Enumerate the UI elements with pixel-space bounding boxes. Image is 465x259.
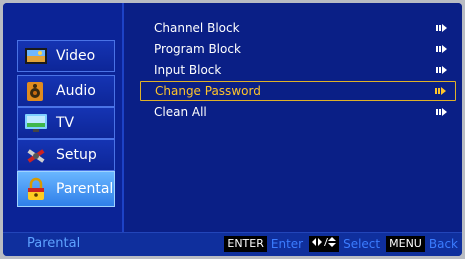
enter-hint-text: Enter <box>270 237 304 251</box>
chevron-right-icon <box>430 65 448 75</box>
menu-item-input-block[interactable]: Input Block <box>140 60 456 80</box>
sidebar-item-label: TV <box>56 115 75 131</box>
submenu-panel: Channel Block Program Block Input Block … <box>124 3 462 232</box>
chevron-right-icon <box>430 107 448 117</box>
audio-icon <box>24 81 48 101</box>
sidebar-item-parental[interactable]: Parental <box>17 171 115 207</box>
menu-item-change-password[interactable]: Change Password <box>140 81 456 101</box>
menu-item-label: Program Block <box>154 42 241 56</box>
menu-item-clean-all[interactable]: Clean All <box>140 102 456 122</box>
sidebar-item-tv[interactable]: TV <box>17 107 115 139</box>
key-hints: ENTER Enter Select MENU Back <box>218 236 458 252</box>
menu-item-label: Change Password <box>155 84 261 98</box>
chevron-right-icon <box>430 23 448 33</box>
status-bar: Parental ENTER Enter Select MENU Back <box>3 232 462 256</box>
sidebar-item-label: Parental <box>56 181 114 197</box>
video-icon <box>24 46 48 66</box>
status-bar-title: Parental <box>27 236 81 251</box>
tv-icon <box>24 113 48 133</box>
sidebar: Video Audio TV Setup Parental <box>3 3 122 232</box>
select-hint-text: Select <box>343 237 381 251</box>
menu-item-channel-block[interactable]: Channel Block <box>140 18 456 38</box>
menu-item-label: Clean All <box>154 105 207 119</box>
setup-icon <box>24 145 48 165</box>
menu-item-program-block[interactable]: Program Block <box>140 39 456 59</box>
sidebar-item-audio[interactable]: Audio <box>17 75 115 107</box>
arrows-icon <box>312 237 337 247</box>
select-key-badge <box>309 236 340 252</box>
sidebar-item-label: Audio <box>56 83 96 99</box>
back-hint-text: Back <box>428 237 458 251</box>
sidebar-item-video[interactable]: Video <box>17 40 115 72</box>
menu-item-label: Input Block <box>154 63 222 77</box>
sidebar-item-setup[interactable]: Setup <box>17 139 115 171</box>
menu-item-label: Channel Block <box>154 21 240 35</box>
chevron-right-icon <box>430 44 448 54</box>
menu-key-badge: MENU <box>386 236 425 252</box>
tv-menu-screen: Video Audio TV Setup Parental Channel Bl… <box>3 3 462 256</box>
parental-lock-icon <box>24 177 48 200</box>
sidebar-item-label: Setup <box>56 147 97 163</box>
enter-key-badge: ENTER <box>224 236 267 252</box>
sidebar-item-label: Video <box>56 48 96 64</box>
chevron-right-icon <box>429 86 447 96</box>
